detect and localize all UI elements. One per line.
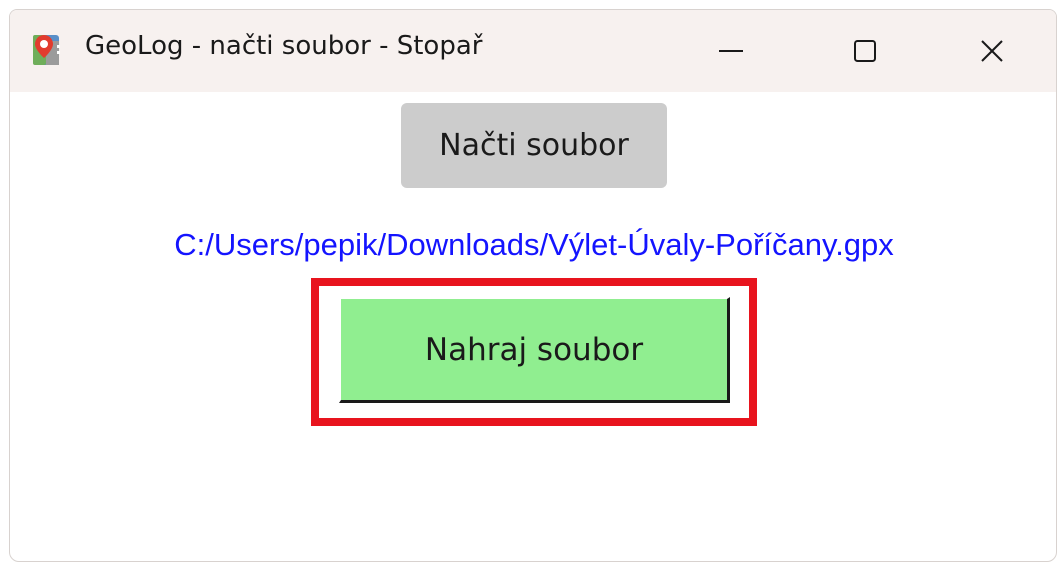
- map-pin-icon: [29, 31, 65, 69]
- upload-file-button[interactable]: Nahraj soubor: [339, 297, 730, 403]
- minimize-button[interactable]: [671, 10, 791, 92]
- close-button[interactable]: [932, 10, 1052, 92]
- app-window: GeoLog - načti soubor - Stopař Načti sou…: [9, 9, 1057, 562]
- title-bar[interactable]: GeoLog - načti soubor - Stopař: [10, 10, 1056, 92]
- maximize-button[interactable]: [805, 10, 925, 92]
- window-title: GeoLog - načti soubor - Stopař: [85, 31, 483, 61]
- file-path-label: C:/Users/pepik/Downloads/Výlet-Úvaly-Poř…: [174, 227, 894, 262]
- maximize-icon: [854, 40, 876, 62]
- minimize-icon: [719, 50, 743, 52]
- close-icon: [981, 40, 1003, 62]
- load-file-button[interactable]: Načti soubor: [401, 103, 667, 188]
